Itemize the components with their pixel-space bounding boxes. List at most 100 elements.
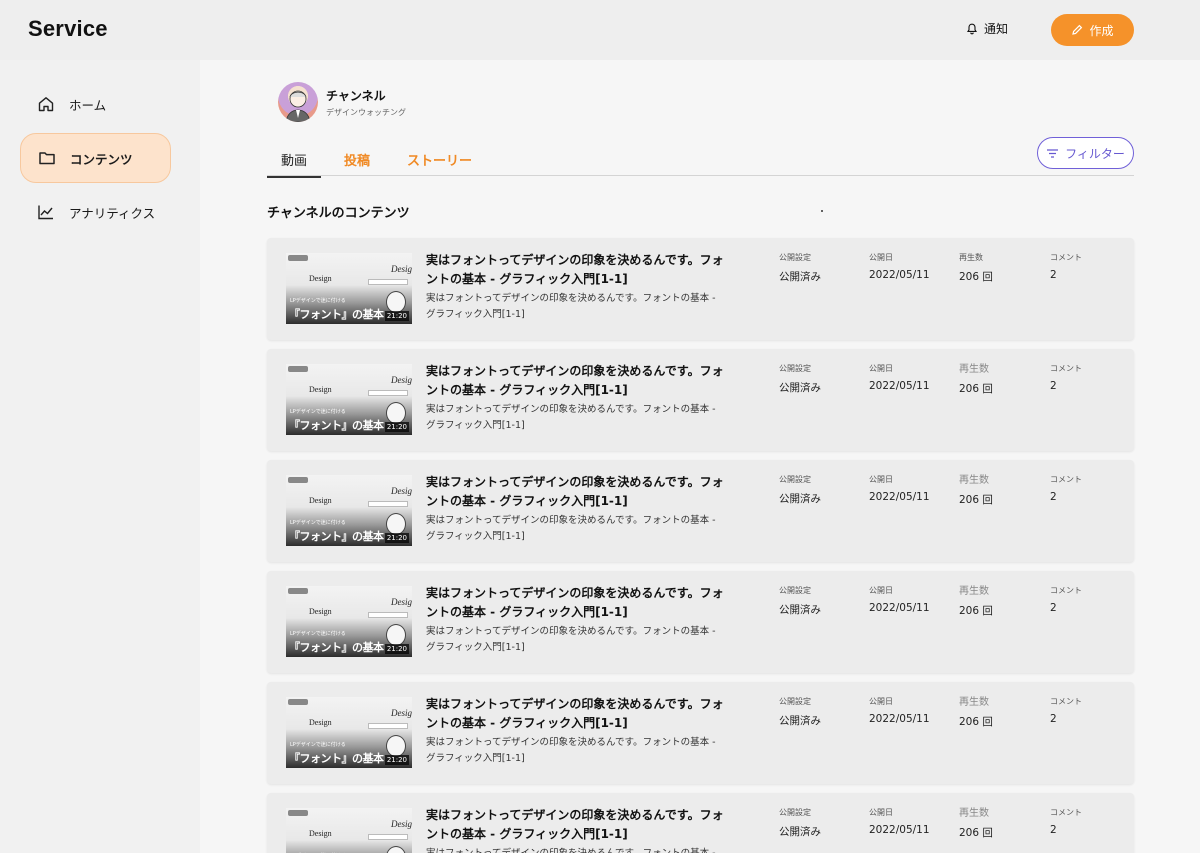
bell-icon <box>967 23 977 34</box>
sidebar-item-home[interactable]: ホーム <box>20 79 171 129</box>
video-thumbnail[interactable]: Design Desig LPデザインで迷に付ける 『フォント』の基本 21:2… <box>286 364 412 435</box>
thumbnail-face-icon <box>386 291 406 313</box>
sidebar: ホーム コンテンツ アナリティクス <box>0 60 200 853</box>
chart-line-icon <box>38 205 53 220</box>
video-duration: 21:20 <box>384 311 409 321</box>
date-column: 公開日 2022/05/11 <box>869 696 930 725</box>
table-row[interactable]: Design Desig LPデザインで迷に付ける 『フォント』の基本 21:2… <box>267 238 1134 340</box>
folder-icon <box>39 152 55 165</box>
status-label: 公開設定 <box>779 697 811 706</box>
date-column: 公開日 2022/05/11 <box>869 585 930 614</box>
brand-logo[interactable]: Service <box>28 16 108 42</box>
comments-value: 2 <box>1050 602 1057 614</box>
date-value: 2022/05/11 <box>869 380 930 392</box>
filter-label: フィルター <box>1065 146 1125 161</box>
comments-value: 2 <box>1050 380 1057 392</box>
thumbnail-tag <box>288 810 308 816</box>
video-title[interactable]: 実はフォントってデザインの印象を決めるんです。フォントの基本 - グラフィック入… <box>426 695 726 733</box>
pencil-icon <box>1072 24 1083 35</box>
channel-text: チャンネル デザインウォッチング <box>326 87 406 118</box>
views-value: 206 回 <box>959 383 993 395</box>
date-value: 2022/05/11 <box>869 269 930 281</box>
video-title[interactable]: 実はフォントってデザインの印象を決めるんです。フォントの基本 - グラフィック入… <box>426 584 726 622</box>
sidebar-item-label: ホーム <box>69 97 107 113</box>
status-column: 公開設定 公開済み <box>779 363 821 395</box>
video-thumbnail[interactable]: Design Desig LPデザインで迷に付ける 『フォント』の基本 21:2… <box>286 808 412 853</box>
video-title[interactable]: 実はフォントってデザインの印象を決めるんです。フォントの基本 - グラフィック入… <box>426 473 726 511</box>
status-label: 公開設定 <box>779 808 811 817</box>
thumbnail-design2-text: Desig <box>391 708 412 718</box>
status-label: 公開設定 <box>779 364 811 373</box>
status-column: 公開設定 公開済み <box>779 474 821 506</box>
views-value: 206 回 <box>959 605 993 617</box>
video-thumbnail[interactable]: Design Desig LPデザインで迷に付ける 『フォント』の基本 21:2… <box>286 586 412 657</box>
date-label: 公開日 <box>869 364 893 373</box>
table-row[interactable]: Design Desig LPデザインで迷に付ける 『フォント』の基本 21:2… <box>267 460 1134 562</box>
comments-value: 2 <box>1050 713 1057 725</box>
date-value: 2022/05/11 <box>869 491 930 503</box>
video-thumbnail[interactable]: Design Desig LPデザインで迷に付ける 『フォント』の基本 21:2… <box>286 697 412 768</box>
sidebar-item-analytics[interactable]: アナリティクス <box>20 187 171 237</box>
thumbnail-font-text: 『フォント』の基本 <box>289 641 384 654</box>
avatar-illustration-icon <box>285 90 311 122</box>
table-row[interactable]: Design Desig LPデザインで迷に付ける 『フォント』の基本 21:2… <box>267 682 1134 784</box>
tab-posts[interactable]: 投稿 <box>344 150 370 169</box>
thumbnail-design2-text: Desig <box>391 819 412 829</box>
avatar[interactable] <box>278 82 318 122</box>
thumbnail-font-text: 『フォント』の基本 <box>289 308 384 321</box>
status-label: 公開設定 <box>779 253 811 262</box>
table-row[interactable]: Design Desig LPデザインで迷に付ける 『フォント』の基本 21:2… <box>267 793 1134 853</box>
sidebar-item-content[interactable]: コンテンツ <box>20 133 171 183</box>
table-row[interactable]: Design Desig LPデザインで迷に付ける 『フォント』の基本 21:2… <box>267 571 1134 673</box>
views-column: 再生数 206 回 <box>959 807 993 840</box>
video-thumbnail[interactable]: Design Desig LPデザインで迷に付ける 『フォント』の基本 21:2… <box>286 475 412 546</box>
tab-stories[interactable]: ストーリー <box>407 150 472 169</box>
comments-column: コメント 2 <box>1050 696 1082 725</box>
tab-videos[interactable]: 動画 <box>266 150 322 178</box>
thumbnail-face-icon <box>386 624 406 646</box>
video-title[interactable]: 実はフォントってデザインの印象を決めるんです。フォントの基本 - グラフィック入… <box>426 806 726 844</box>
comments-label: コメント <box>1050 475 1082 484</box>
video-duration: 21:20 <box>384 422 409 432</box>
thumbnail-design2-text: Desig <box>391 486 412 496</box>
views-label: 再生数 <box>959 253 983 262</box>
video-title[interactable]: 実はフォントってデザインの印象を決めるんです。フォントの基本 - グラフィック入… <box>426 251 726 289</box>
create-button[interactable]: 作成 <box>1051 14 1134 46</box>
filter-button[interactable]: フィルター <box>1037 137 1134 169</box>
thumbnail-caption-box <box>368 834 408 840</box>
thumbnail-design-text: Design <box>309 829 332 838</box>
thumbnail-lp-text: LPデザインで迷に付ける <box>290 409 346 415</box>
main-content: チャンネル デザインウォッチング 動画 投稿 ストーリー フィルター チャンネル… <box>200 60 1200 853</box>
table-row[interactable]: Design Desig LPデザインで迷に付ける 『フォント』の基本 21:2… <box>267 349 1134 451</box>
thumbnail-lp-text: LPデザインで迷に付ける <box>290 742 346 748</box>
status-column: 公開設定 公開済み <box>779 252 821 284</box>
top-bar: Service 通知 作成 <box>0 0 1200 60</box>
content-tabs: 動画 投稿 ストーリー <box>266 140 1134 178</box>
views-column: 再生数 206 回 <box>959 696 993 729</box>
thumbnail-font-text: 『フォント』の基本 <box>289 752 384 765</box>
comments-column: コメント 2 <box>1050 474 1082 503</box>
status-value: 公開済み <box>779 271 821 283</box>
date-column: 公開日 2022/05/11 <box>869 474 930 503</box>
date-value: 2022/05/11 <box>869 824 930 836</box>
date-column: 公開日 2022/05/11 <box>869 252 930 281</box>
notification-button[interactable]: 通知 <box>966 20 1008 37</box>
video-thumbnail[interactable]: Design Desig LPデザインで迷に付ける 『フォント』の基本 21:2… <box>286 253 412 324</box>
comments-value: 2 <box>1050 491 1057 503</box>
status-column: 公開設定 公開済み <box>779 585 821 617</box>
views-value: 206 回 <box>959 827 993 839</box>
channel-header: チャンネル デザインウォッチング <box>278 82 406 122</box>
thumbnail-font-text: 『フォント』の基本 <box>289 530 384 543</box>
comments-column: コメント 2 <box>1050 252 1082 281</box>
comments-label: コメント <box>1050 586 1082 595</box>
status-label: 公開設定 <box>779 586 811 595</box>
thumbnail-design2-text: Desig <box>391 264 412 274</box>
video-duration: 21:20 <box>384 755 409 765</box>
notification-label: 通知 <box>984 22 1009 36</box>
status-value: 公開済み <box>779 715 821 727</box>
video-title[interactable]: 実はフォントってデザインの印象を決めるんです。フォントの基本 - グラフィック入… <box>426 362 726 400</box>
home-icon <box>38 97 54 112</box>
thumbnail-lp-text: LPデザインで迷に付ける <box>290 631 346 637</box>
status-column: 公開設定 公開済み <box>779 696 821 728</box>
thumbnail-design-text: Design <box>309 718 332 727</box>
